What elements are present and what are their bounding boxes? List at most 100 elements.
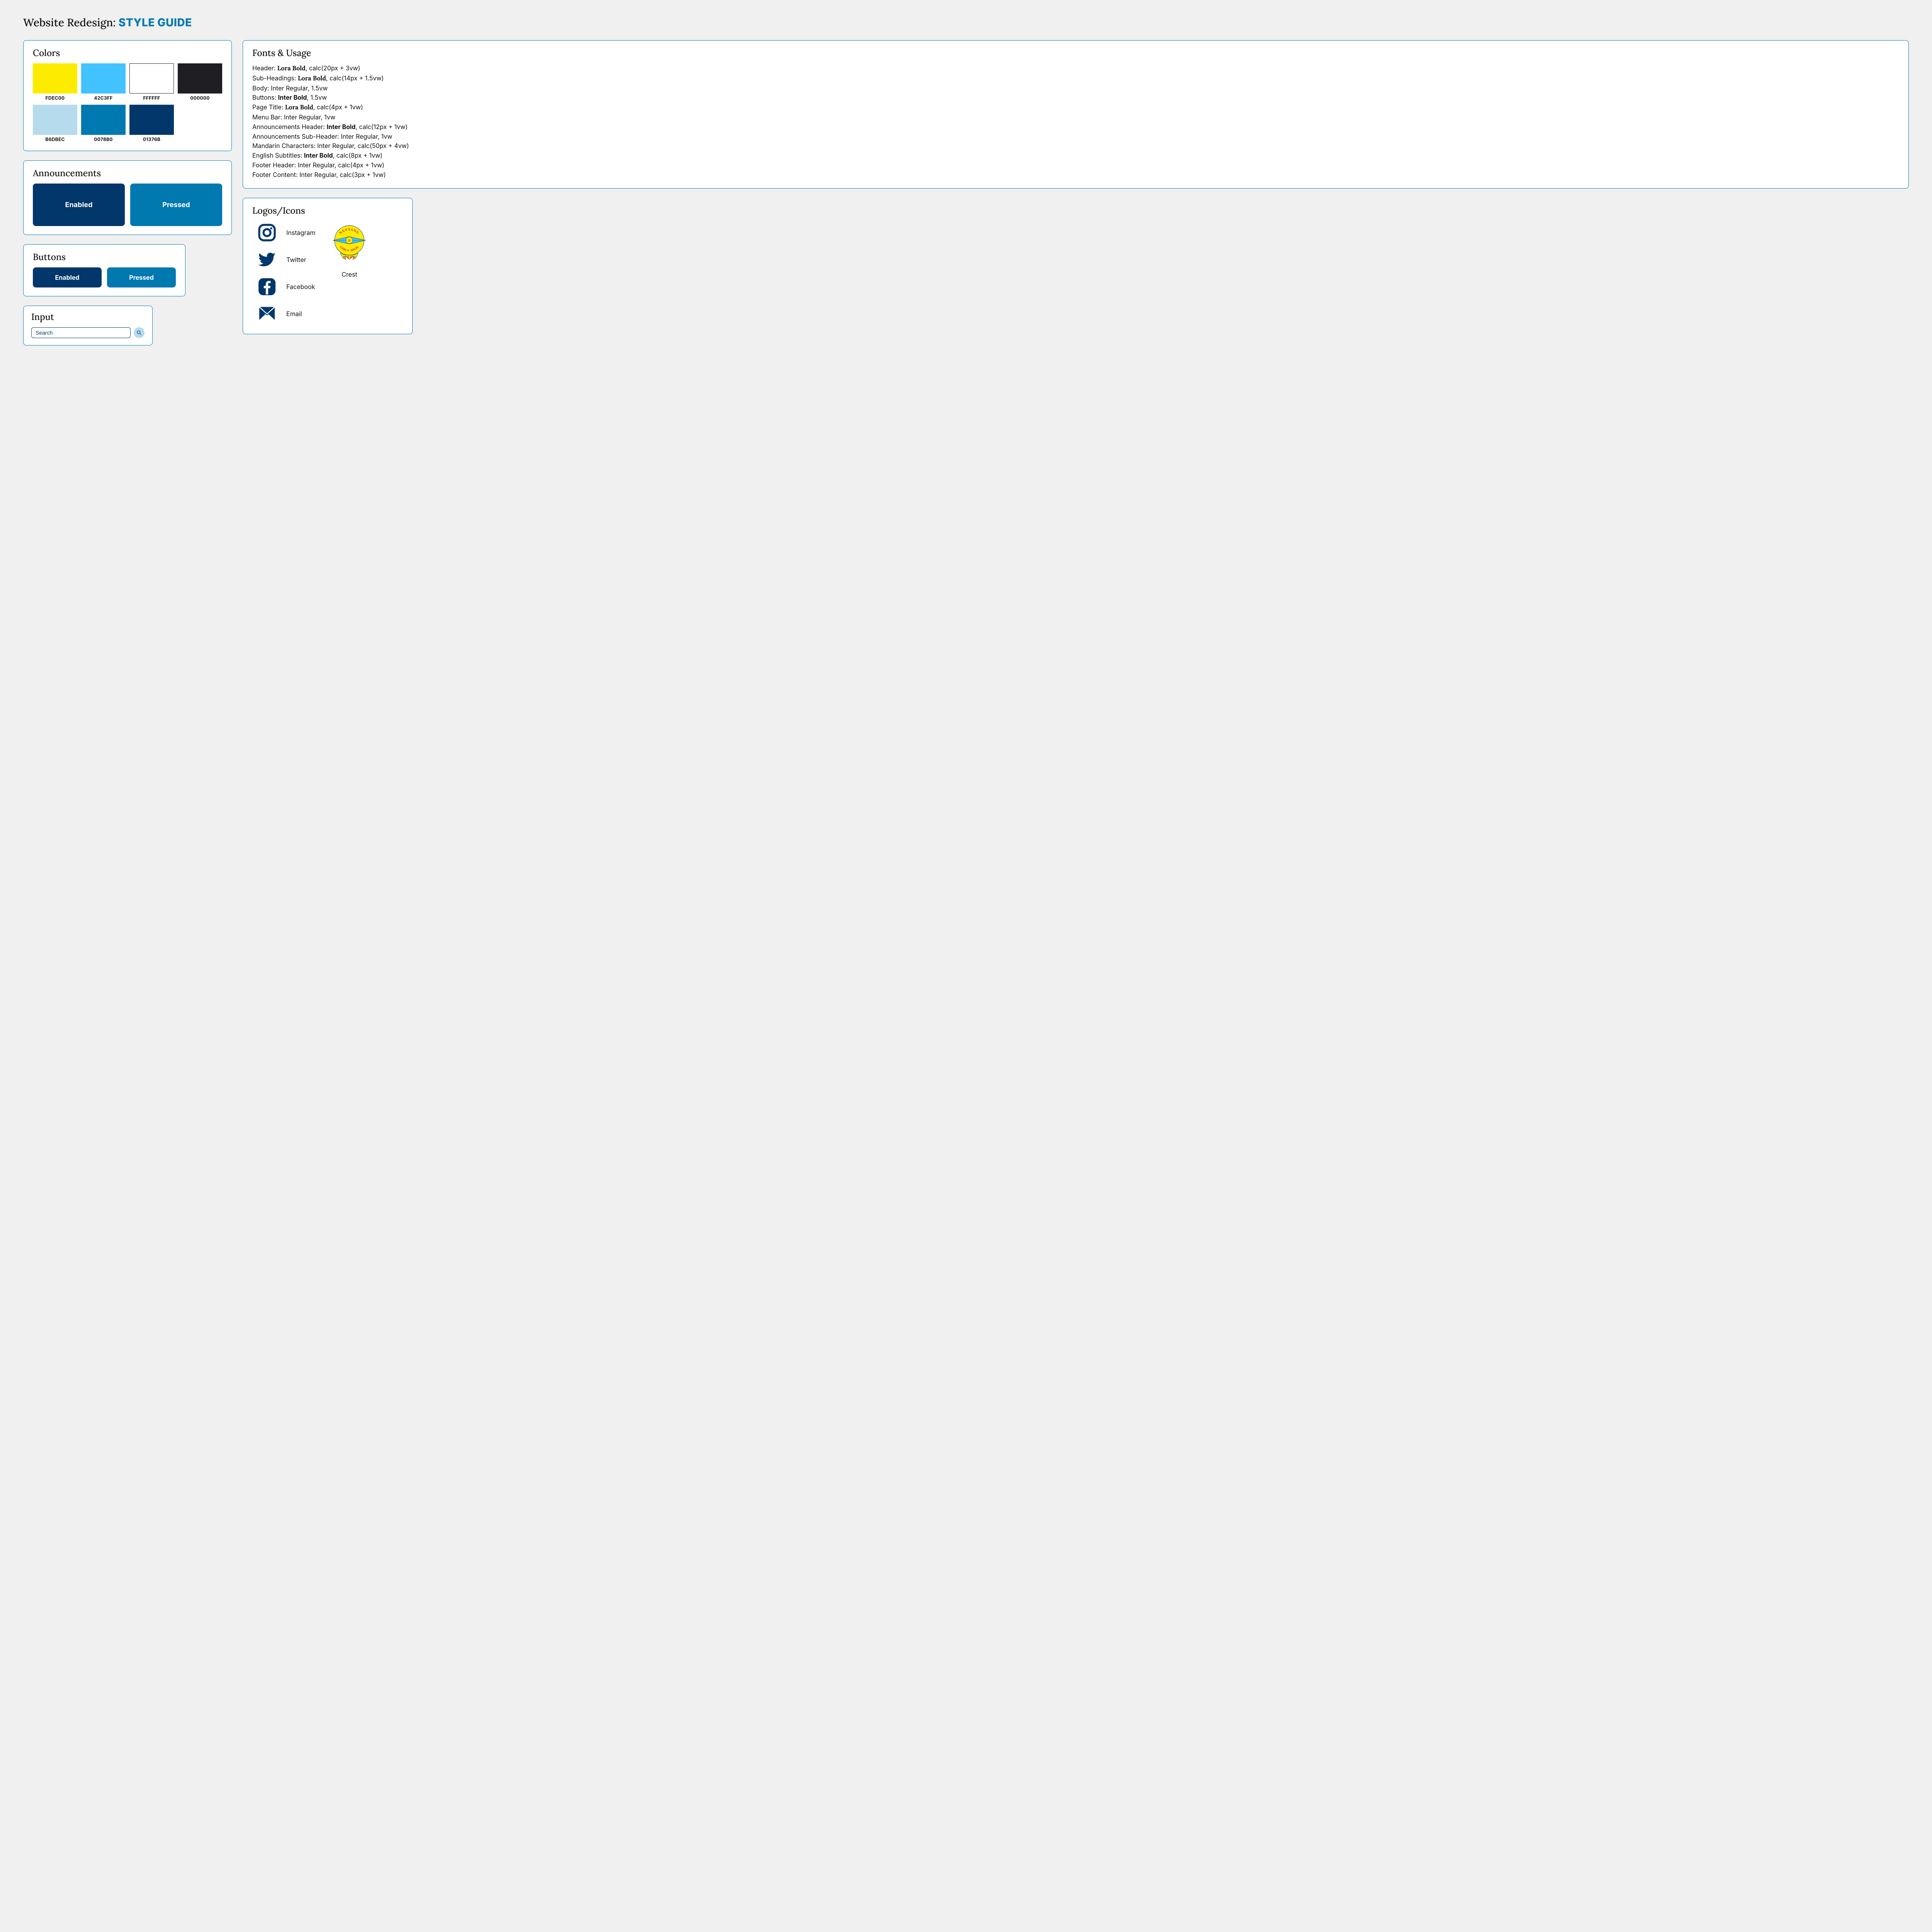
swatch-chip (81, 105, 126, 135)
font-usage-fontname: Lora Bold (298, 75, 326, 82)
colors-card: Colors FDEC00 42C3FF FFFFFF 000000 B6DBEC 007… (23, 40, 232, 151)
font-usage-size: , 1vw (378, 133, 392, 140)
page-title-prefix: Website Redesign: (23, 15, 119, 29)
font-usage-label: Sub-Headings: (252, 74, 298, 82)
svg-text:中: 中 (348, 238, 351, 242)
font-usage-fontname: Lora Bold (277, 65, 306, 72)
swatch-chip (129, 63, 174, 94)
icon-row-facebook: Facebook (258, 277, 315, 296)
twitter-label: Twitter (286, 256, 306, 264)
font-usage-label: Footer Header: (252, 161, 298, 169)
input-heading: Input (31, 311, 145, 323)
button-pressed[interactable]: Pressed (107, 267, 176, 287)
font-usage-size: , 1.5vw (307, 94, 327, 101)
font-usage-label: English Subtitles: (252, 151, 304, 159)
font-usage-row: English Subtitles: Inter Bold, calc(8px … (252, 151, 1899, 160)
font-usage-fontname: Inter Regular (284, 113, 321, 121)
font-usage-fontname: Inter Bold (304, 151, 333, 159)
instagram-label: Instagram (286, 229, 315, 236)
swatch-hex-label: FFFFFF (143, 95, 160, 101)
crest-block: NANYANG GIRLS' HIGH 中 勤 慎 端 樸 Crest (331, 223, 368, 278)
font-usage-size: , 1vw (321, 113, 335, 121)
font-usage-label: Announcements Sub-Header: (252, 133, 341, 140)
search-input[interactable] (31, 327, 131, 338)
font-usage-label: Menu Bar: (252, 113, 284, 121)
announcement-pressed-button[interactable]: Pressed (130, 184, 222, 226)
color-swatch: 01376B (129, 105, 174, 142)
font-usage-size: , calc(3px + 1vw) (336, 171, 386, 179)
swatch-chip (33, 105, 77, 135)
font-usage-size: , 1.5vw (308, 84, 328, 92)
svg-text:勤 慎 端 樸: 勤 慎 端 樸 (343, 255, 355, 259)
page-title: Website Redesign: STYLE GUIDE (23, 15, 1909, 29)
font-usage-row: Header: Lora Bold, calc(20px + 3vw) (252, 63, 1899, 73)
buttons-card: Buttons Enabled Pressed (23, 244, 185, 296)
swatch-chip (129, 105, 174, 135)
crest-icon: NANYANG GIRLS' HIGH 中 勤 慎 端 樸 (331, 223, 368, 266)
email-icon (258, 304, 276, 323)
color-swatch: FFFFFF (129, 63, 174, 101)
icon-row-instagram: Instagram (258, 223, 315, 242)
font-usage-fontname: Inter Bold (278, 94, 307, 101)
swatch-hex-label: FDEC00 (46, 95, 65, 101)
announcement-enabled-button[interactable]: Enabled (33, 184, 125, 226)
font-usage-label: Mandarin Characters: (252, 142, 317, 150)
swatch-chip (178, 63, 222, 94)
font-usage-row: Announcements Header: Inter Bold, calc(1… (252, 122, 1899, 132)
font-usage-label: Footer Content: (252, 171, 299, 179)
swatch-hex-label: 01376B (143, 136, 160, 142)
swatch-hex-label: 000000 (190, 95, 209, 101)
icon-row-email: Email (258, 304, 315, 323)
swatch-hex-label: 0078B0 (94, 136, 112, 142)
font-usage-label: Announcements Header: (252, 123, 327, 131)
font-usage-size: , calc(50px + 4vw) (354, 142, 409, 150)
font-usage-fontname: Inter Regular (299, 171, 336, 179)
font-usage-fontname: Inter Regular (298, 161, 335, 169)
search-button[interactable] (134, 327, 145, 338)
font-usage-fontname: Inter Bold (327, 123, 355, 131)
input-card: Input (23, 306, 153, 345)
search-icon (136, 330, 142, 335)
button-enabled[interactable]: Enabled (33, 267, 102, 287)
color-swatch: B6DBEC (33, 105, 77, 142)
font-usage-row: Sub-Headings: Lora Bold, calc(14px + 1.5… (252, 73, 1899, 83)
font-usage-row: Menu Bar: Inter Regular, 1vw (252, 112, 1899, 122)
facebook-icon (258, 277, 276, 296)
logos-card: Logos/Icons Instagram (243, 198, 413, 334)
color-swatch: 000000 (178, 63, 222, 101)
font-usage-size: , calc(20px + 3vw) (306, 64, 361, 72)
swatch-hex-label: 42C3FF (94, 95, 112, 101)
font-usage-size: , calc(4px + 1vw) (313, 103, 363, 111)
color-swatch: FDEC00 (33, 63, 77, 101)
announcements-heading: Announcements (33, 168, 222, 179)
facebook-label: Facebook (286, 283, 315, 291)
font-usage-size: , calc(4px + 1vw) (335, 161, 384, 169)
font-usage-row: Mandarin Characters: Inter Regular, calc… (252, 141, 1899, 151)
font-usage-label: Body: (252, 84, 271, 92)
swatch-hex-label: B6DBEC (45, 136, 65, 142)
font-usage-row: Page Title: Lora Bold, calc(4px + 1vw) (252, 102, 1899, 112)
font-usage-size: , calc(8px + 1vw) (333, 151, 382, 159)
font-usage-size: , calc(12px + 1vw) (355, 123, 408, 131)
colors-heading: Colors (33, 48, 222, 59)
font-usage-row: Footer Header: Inter Regular, calc(4px +… (252, 160, 1899, 170)
swatch-chip (33, 63, 77, 94)
font-usage-fontname: Inter Regular (271, 84, 308, 92)
font-usage-size: , calc(14px + 1.5vw) (326, 74, 384, 82)
font-usage-fontname: Lora Bold (285, 104, 313, 111)
color-swatch: 0078B0 (81, 105, 126, 142)
instagram-icon (258, 223, 276, 242)
announcements-card: Announcements Enabled Pressed (23, 160, 232, 235)
font-usage-fontname: Inter Regular (317, 142, 354, 150)
fonts-heading: Fonts & Usage (252, 48, 1899, 59)
font-usage-row: Announcements Sub-Header: Inter Regular,… (252, 132, 1899, 141)
font-usage-row: Body: Inter Regular, 1.5vw (252, 83, 1899, 93)
twitter-icon (258, 250, 276, 269)
font-usage-row: Footer Content: Inter Regular, calc(3px … (252, 170, 1899, 180)
logos-heading: Logos/Icons (252, 205, 403, 216)
font-usage-row: Buttons: Inter Bold, 1.5vw (252, 93, 1899, 102)
font-usage-label: Header: (252, 64, 277, 72)
page-title-suffix: STYLE GUIDE (119, 16, 192, 29)
font-usage-label: Buttons: (252, 94, 278, 101)
font-usage-label: Page Title: (252, 103, 285, 111)
